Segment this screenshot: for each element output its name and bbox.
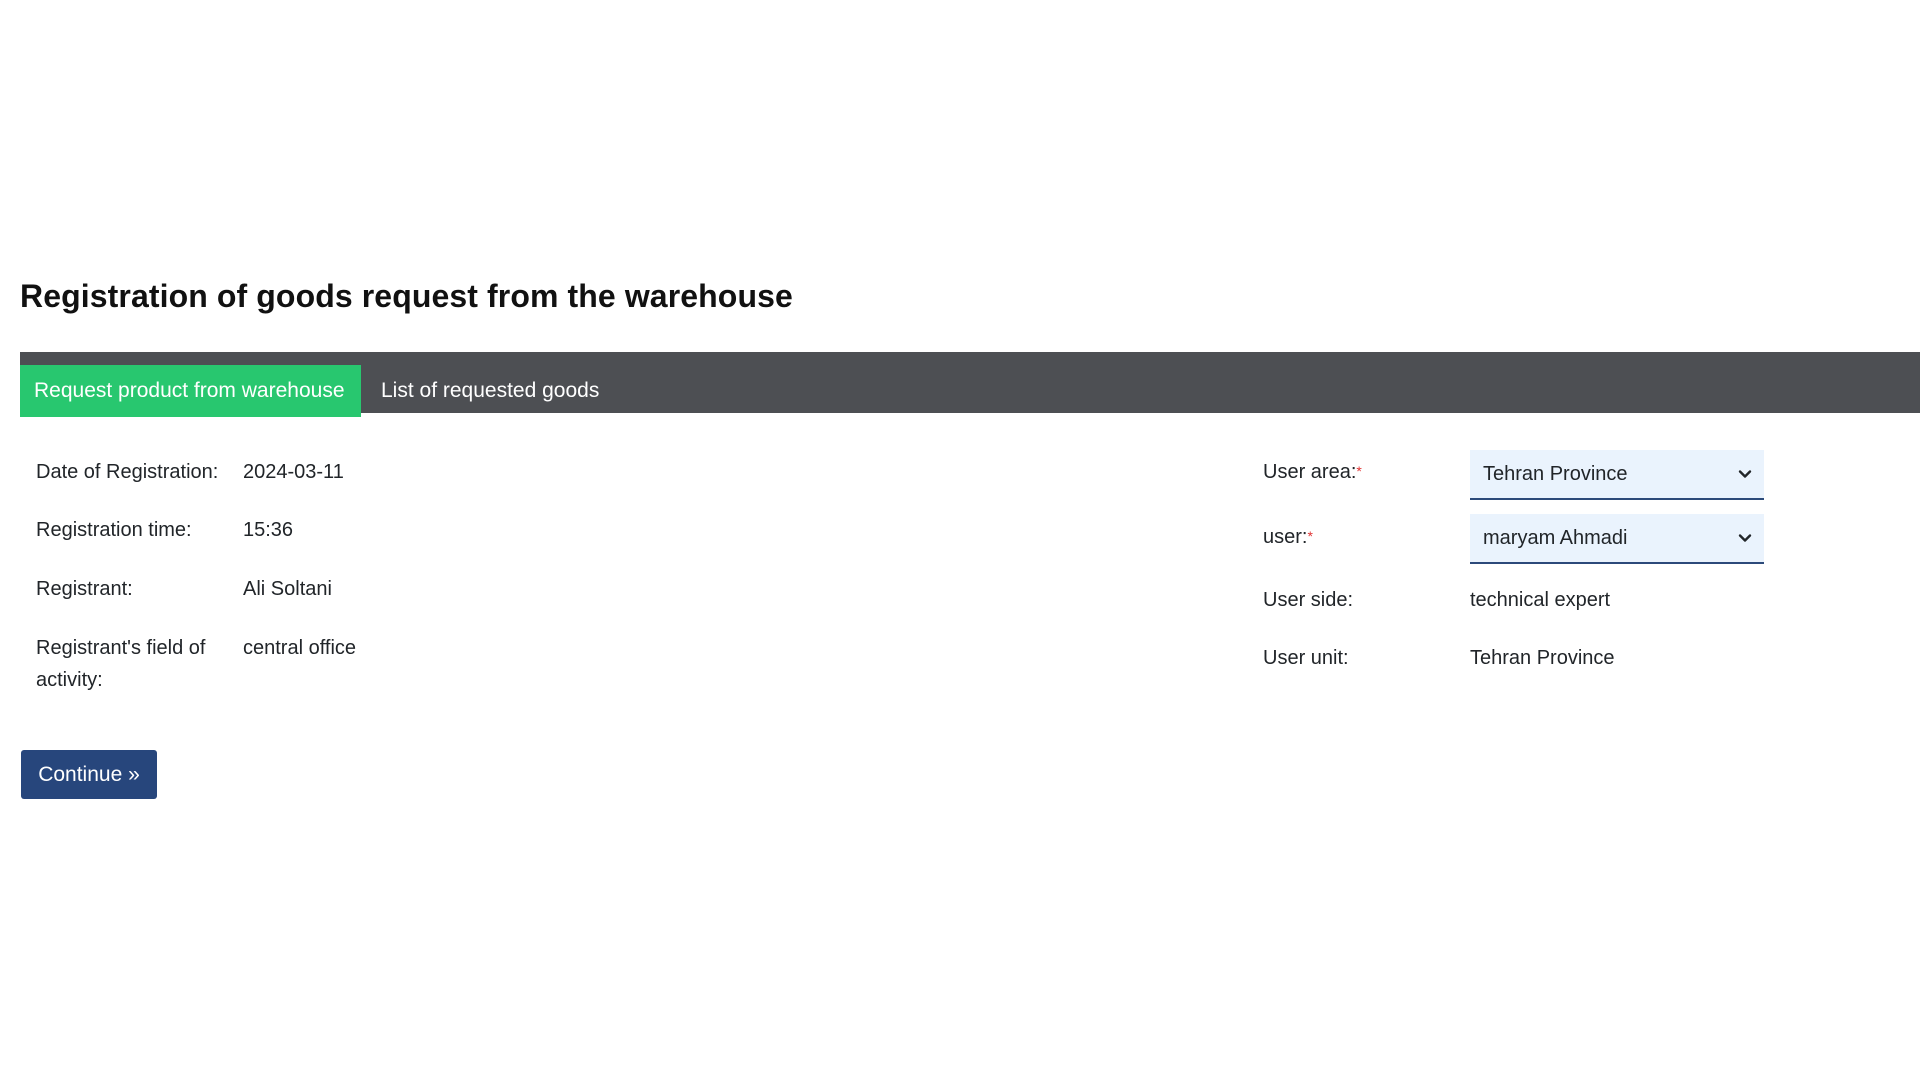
chevron-down-icon: [1738, 534, 1752, 542]
continue-button[interactable]: Continue »: [21, 750, 157, 799]
user-side-label: User side:: [1263, 589, 1354, 611]
chevron-down-icon: [1738, 470, 1752, 478]
date-value: 2024-03-11: [243, 461, 344, 483]
date-label: Date of Registration:: [36, 461, 219, 483]
registrant-value: Ali Soltani: [243, 578, 332, 600]
field-of-activity-label: Registrant's field of activity:: [36, 632, 205, 696]
time-value: 15:36: [243, 519, 294, 541]
user-unit-label: User unit:: [1263, 647, 1349, 669]
page-title: Registration of goods request from the w…: [20, 278, 793, 314]
tab-requested-goods-list[interactable]: List of requested goods: [381, 365, 599, 417]
required-mark: *: [1307, 528, 1313, 544]
tab-request-product[interactable]: Request product from warehouse: [20, 365, 361, 417]
user-area-select[interactable]: Tehran Province: [1470, 450, 1764, 500]
user-label: user:*: [1263, 521, 1313, 553]
user-area-label: User area:*: [1263, 456, 1362, 488]
user-label-text: user:: [1263, 526, 1308, 548]
user-area-label-text: User area:: [1263, 461, 1357, 483]
tab-bar: Request product from warehouse List of r…: [20, 352, 1920, 417]
required-mark: *: [1356, 463, 1362, 479]
field-of-activity-value: central office: [243, 637, 357, 659]
time-label: Registration time:: [36, 519, 192, 541]
user-selected-value: maryam Ahmadi: [1483, 527, 1628, 549]
field-of-activity-label-line2: activity:: [36, 669, 103, 691]
user-select[interactable]: maryam Ahmadi: [1470, 514, 1764, 564]
page: Registration of goods request from the w…: [0, 0, 1920, 1080]
user-unit-value: Tehran Province: [1470, 647, 1615, 669]
user-side-value: technical expert: [1470, 589, 1611, 611]
registrant-label: Registrant:: [36, 578, 133, 600]
user-area-selected-value: Tehran Province: [1483, 463, 1628, 485]
field-of-activity-label-line1: Registrant's field of: [36, 637, 206, 659]
